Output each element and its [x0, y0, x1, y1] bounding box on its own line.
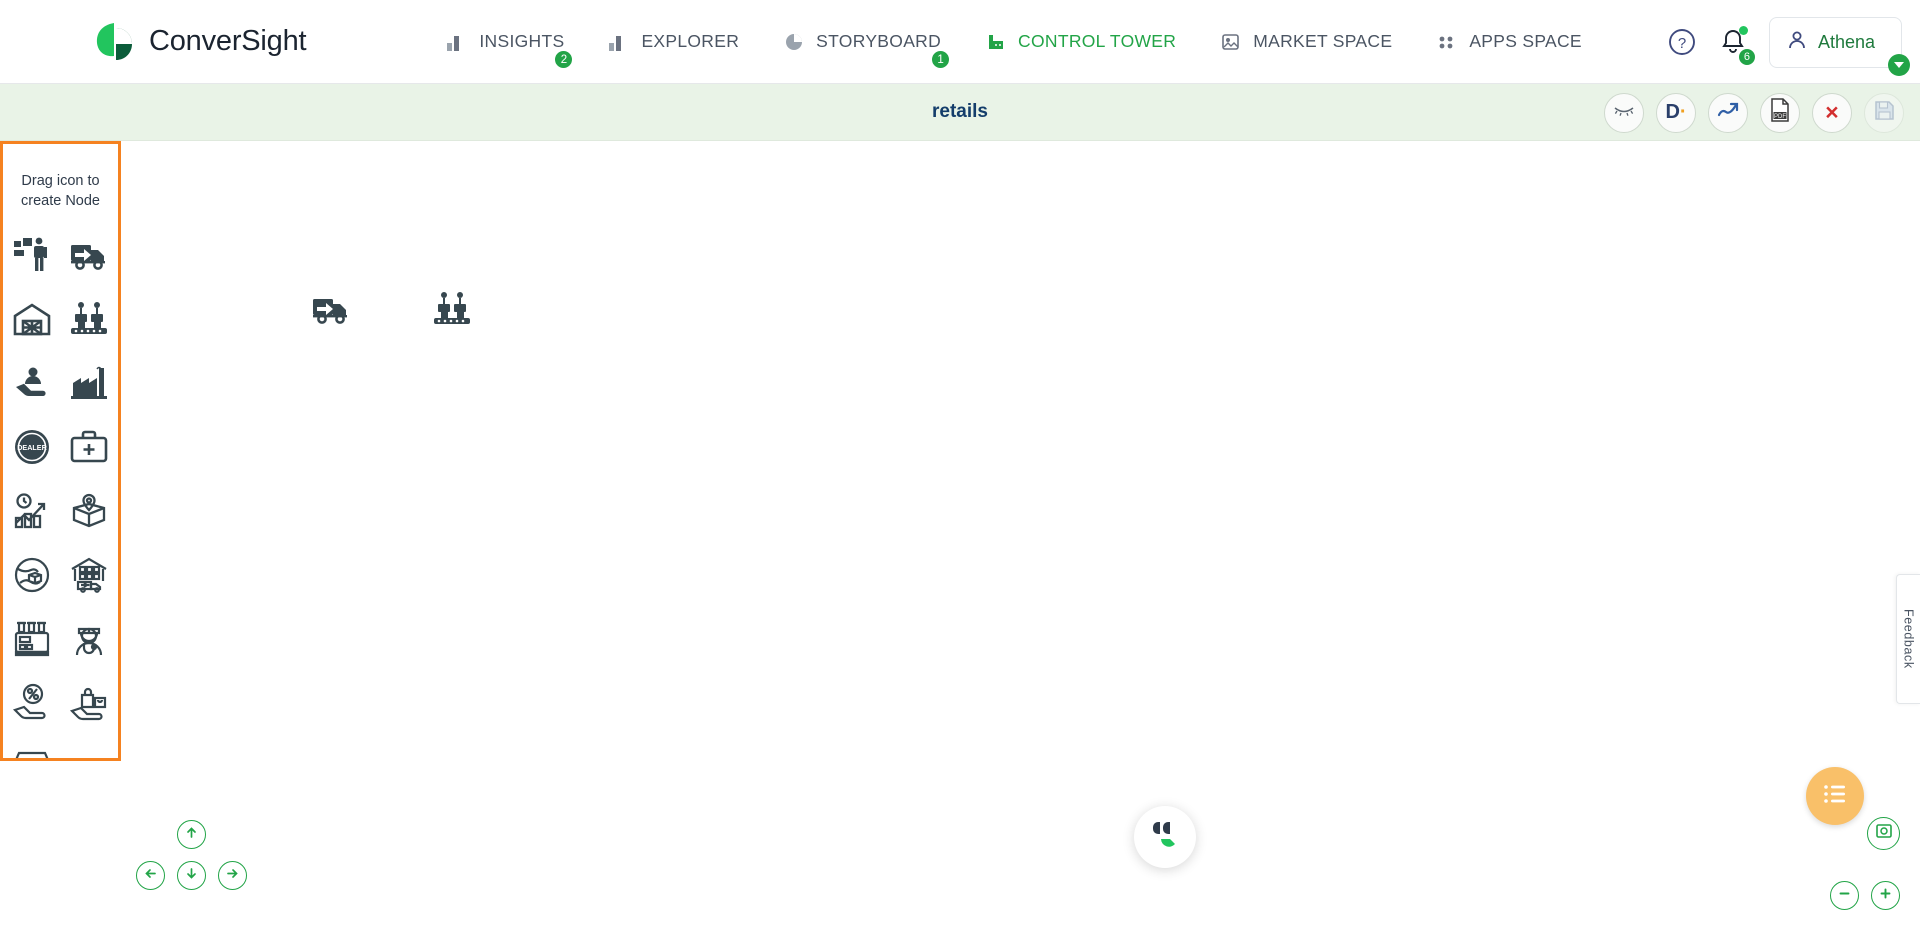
zoom-controls: [1830, 881, 1900, 910]
palette-warehouse-icon[interactable]: [10, 297, 54, 341]
fit-to-screen-icon: [1875, 822, 1893, 845]
person-icon: [1786, 29, 1808, 56]
palette-instruction-label: Drag icon to create Node: [21, 173, 100, 209]
nav-item-explorer[interactable]: EXPLORER: [606, 25, 741, 58]
trending-up-icon: [1716, 100, 1740, 125]
page-title: retails: [932, 101, 988, 122]
pan-down-button[interactable]: [177, 861, 206, 890]
palette-shopping-bag-hand-icon[interactable]: [67, 681, 111, 725]
feedback-tab[interactable]: Feedback: [1896, 574, 1920, 704]
nav-items: INSIGHTS 2 EXPLORER STORYBOARD 1 CONTROL…: [444, 25, 1584, 70]
arrow-left-icon: [143, 866, 158, 886]
conversight-leaf-logo-icon: [92, 19, 138, 65]
nav-item-label: MARKET SPACE: [1253, 31, 1393, 51]
question-circle-icon[interactable]: ?: [1667, 27, 1697, 57]
nav-item-apps-space[interactable]: APPS SPACE: [1434, 25, 1584, 58]
list-icon: [1821, 780, 1849, 813]
export-pdf-button[interactable]: PDF: [1760, 92, 1800, 133]
notifications-badge: 6: [1736, 47, 1757, 67]
athena-chat-button[interactable]: [1134, 806, 1196, 868]
storyboard-icon: [783, 32, 805, 52]
user-menu-button[interactable]: Athena: [1768, 16, 1910, 76]
control-tower-icon: [985, 32, 1007, 52]
zoom-in-icon: [1878, 886, 1893, 906]
zoom-out-button[interactable]: [1830, 881, 1859, 910]
nav-item-market-space[interactable]: MARKET SPACE: [1218, 25, 1394, 58]
palette-assembly-line-icon[interactable]: [67, 297, 111, 341]
palette-package-location-icon[interactable]: [67, 489, 111, 533]
toolbar-actions: D· PDF ×: [1604, 84, 1904, 141]
palette-first-aid-kit-icon[interactable]: [67, 425, 111, 469]
close-x-icon: ×: [1825, 99, 1839, 125]
hide-toggle-button[interactable]: [1604, 92, 1644, 133]
canvas-node-assembly-line[interactable]: [432, 289, 472, 334]
nav-item-label: CONTROL TOWER: [1018, 31, 1177, 51]
svg-text:PDF: PDF: [1774, 114, 1786, 120]
node-list-button[interactable]: [1806, 767, 1864, 825]
palette-worker-with-boxes-icon[interactable]: [10, 233, 54, 277]
apps-space-icon: [1436, 32, 1458, 52]
nav-badge: 1: [930, 49, 952, 70]
brand[interactable]: ConverSight: [92, 19, 307, 65]
nav-item-label: APPS SPACE: [1469, 31, 1582, 51]
canvas-node-delivery-truck[interactable]: [311, 289, 351, 334]
bell-icon[interactable]: 6: [1719, 26, 1757, 67]
trend-button[interactable]: [1708, 92, 1748, 133]
node-palette-sidebar: Drag icon to create Node DEALER: [0, 141, 121, 761]
svg-text:?: ?: [1678, 35, 1686, 52]
arrow-up-icon: [184, 825, 199, 845]
palette-delivery-truck-icon[interactable]: [67, 233, 111, 277]
palette-storefront-icon[interactable]: [10, 745, 54, 758]
palette-distribution-center-icon[interactable]: [67, 553, 111, 597]
nav-item-label: INSIGHTS: [479, 31, 565, 51]
nav-badge: 2: [553, 49, 575, 70]
closed-eye-icon: [1613, 102, 1635, 123]
nav-right-actions: ? 6 Athena: [1667, 0, 1920, 84]
letter-d-icon: D·: [1665, 101, 1687, 123]
pan-left-button[interactable]: [136, 861, 165, 890]
control-tower-canvas[interactable]: [121, 141, 1920, 928]
floppy-save-icon: [1874, 100, 1895, 126]
athena-chat-icon: [1147, 817, 1183, 858]
palette-icon-grid: DEALER: [3, 233, 118, 758]
brand-name: ConverSight: [149, 25, 307, 57]
data-button[interactable]: D·: [1656, 92, 1696, 133]
bar-chart-icon: [446, 32, 468, 52]
arrow-right-icon: [225, 866, 240, 886]
close-button[interactable]: ×: [1812, 92, 1852, 133]
chevron-down-icon[interactable]: [1888, 53, 1910, 76]
palette-discount-hand-icon[interactable]: [10, 681, 54, 725]
zoom-out-icon: [1837, 886, 1852, 906]
palette-performance-chart-icon[interactable]: [10, 489, 54, 533]
feedback-label: Feedback: [1901, 609, 1916, 669]
palette-factory-icon[interactable]: [67, 361, 111, 405]
fit-to-screen-button[interactable]: [1867, 817, 1900, 850]
arrow-down-icon: [184, 866, 199, 886]
user-name: Athena: [1817, 31, 1875, 52]
palette-lab-machine-icon[interactable]: [10, 617, 54, 661]
nav-item-control-tower[interactable]: CONTROL TOWER: [983, 25, 1178, 58]
nav-item-label: STORYBOARD: [816, 31, 942, 51]
nav-item-storyboard[interactable]: STORYBOARD 1: [781, 25, 952, 70]
palette-globe-package-icon[interactable]: [10, 553, 54, 597]
pdf-file-icon: PDF: [1770, 98, 1790, 127]
pan-controls: [128, 820, 258, 910]
nav-item-label: EXPLORER: [641, 31, 740, 51]
zoom-in-button[interactable]: [1871, 881, 1900, 910]
top-navigation-bar: ConverSight INSIGHTS 2 EXPLORER STORYBOA…: [0, 0, 1920, 84]
pan-up-button[interactable]: [177, 820, 206, 849]
app-root: ConverSight INSIGHTS 2 EXPLORER STORYBOA…: [0, 0, 1920, 928]
svg-text:DEALER: DEALER: [17, 443, 47, 452]
palette-dealer-badge-icon[interactable]: DEALER: [10, 425, 54, 469]
palette-hand-holding-person-icon[interactable]: [10, 361, 54, 405]
save-button[interactable]: [1864, 92, 1904, 133]
bell-status-dot: [1738, 26, 1748, 35]
nav-item-insights[interactable]: INSIGHTS 2: [444, 25, 575, 70]
palette-medical-staff-icon[interactable]: [67, 617, 111, 661]
bar-chart-icon: [608, 32, 630, 52]
market-space-icon: [1220, 32, 1242, 52]
board-toolbar: retails D· PDF ×: [0, 84, 1920, 141]
pan-right-button[interactable]: [218, 861, 247, 890]
